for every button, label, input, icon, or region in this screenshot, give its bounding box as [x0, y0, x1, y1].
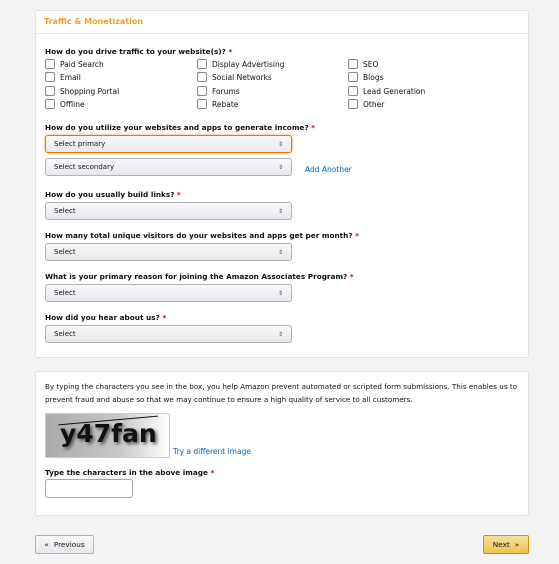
- captcha-description: By typing the characters you see in the …: [45, 382, 518, 404]
- traffic-monetization-panel: Traffic & Monetization How do you drive …: [35, 10, 529, 358]
- hear-question: How did you hear about us? *: [45, 313, 167, 322]
- checkbox[interactable]: [348, 86, 358, 96]
- option-label: Forums: [212, 86, 240, 96]
- captcha-input-label: Type the characters in the above image *: [45, 468, 215, 477]
- updown-arrow-icon: ⇕: [277, 207, 283, 215]
- option-label: Shopping Portal: [60, 86, 120, 96]
- section-title: Traffic & Monetization: [36, 11, 528, 34]
- checkbox[interactable]: [348, 72, 358, 82]
- double-chevron-left-icon: «: [44, 540, 49, 549]
- updown-arrow-icon: ⇕: [277, 140, 283, 148]
- option-label: Blogs: [363, 72, 384, 82]
- checkbox[interactable]: [45, 59, 55, 69]
- traffic-option-checkbox[interactable]: Shopping Portal: [45, 86, 119, 96]
- checkbox[interactable]: [348, 99, 358, 109]
- checkbox[interactable]: [197, 72, 207, 82]
- updown-arrow-icon: ⇕: [277, 248, 283, 256]
- checkbox[interactable]: [197, 59, 207, 69]
- select-secondary[interactable]: Select secondary ⇕: [45, 158, 292, 176]
- captcha-input[interactable]: [45, 479, 133, 498]
- checkbox[interactable]: [45, 72, 55, 82]
- hear-select[interactable]: Select ⇕: [45, 325, 292, 343]
- option-label: Paid Search: [60, 59, 104, 69]
- select-primary[interactable]: Select primary ⇕: [45, 135, 292, 153]
- traffic-option-checkbox[interactable]: Forums: [197, 86, 240, 96]
- traffic-option-checkbox[interactable]: Lead Generation: [348, 86, 425, 96]
- option-label: Lead Generation: [363, 86, 426, 96]
- add-another-link[interactable]: Add Another: [305, 165, 352, 174]
- option-label: Social Networks: [212, 72, 272, 82]
- reason-question: What is your primary reason for joining …: [45, 272, 354, 281]
- captcha-panel: By typing the characters you see in the …: [35, 371, 529, 516]
- updown-arrow-icon: ⇕: [277, 330, 283, 338]
- option-label: Other: [363, 99, 385, 109]
- traffic-option-checkbox[interactable]: Display Advertising: [197, 59, 284, 69]
- checkbox[interactable]: [348, 59, 358, 69]
- option-label: Email: [60, 72, 81, 82]
- links-question: How do you usually build links? *: [45, 190, 181, 199]
- option-label: Display Advertising: [212, 59, 285, 69]
- option-label: Offline: [60, 99, 85, 109]
- traffic-question: How do you drive traffic to your website…: [45, 47, 233, 56]
- traffic-option-checkbox[interactable]: Paid Search: [45, 59, 104, 69]
- try-different-image-link[interactable]: Try a different image: [173, 447, 251, 456]
- previous-button[interactable]: «Previous: [35, 535, 94, 554]
- traffic-option-checkbox[interactable]: Social Networks: [197, 72, 272, 82]
- traffic-option-checkbox[interactable]: Email: [45, 72, 81, 82]
- checkbox[interactable]: [197, 99, 207, 109]
- option-label: Rebate: [212, 99, 239, 109]
- double-chevron-right-icon: »: [514, 540, 520, 549]
- traffic-option-checkbox[interactable]: SEO: [348, 59, 378, 69]
- income-question: How do you utilize your websites and app…: [45, 123, 315, 132]
- traffic-option-checkbox[interactable]: Blogs: [348, 72, 384, 82]
- links-select[interactable]: Select ⇕: [45, 202, 292, 220]
- checkbox[interactable]: [45, 86, 55, 96]
- traffic-option-checkbox[interactable]: Offline: [45, 99, 85, 109]
- next-button[interactable]: Next»: [483, 535, 529, 554]
- visitors-question: How many total unique visitors do your w…: [45, 231, 359, 240]
- traffic-option-checkbox[interactable]: Other: [348, 99, 384, 109]
- traffic-option-checkbox[interactable]: Rebate: [197, 99, 238, 109]
- updown-arrow-icon: ⇕: [277, 163, 283, 171]
- checkbox[interactable]: [45, 99, 55, 109]
- checkbox[interactable]: [197, 86, 207, 96]
- option-label: SEO: [363, 59, 379, 69]
- visitors-select[interactable]: Select ⇕: [45, 243, 292, 261]
- reason-select[interactable]: Select ⇕: [45, 284, 292, 302]
- captcha-image: y47fan: [45, 413, 170, 458]
- updown-arrow-icon: ⇕: [277, 289, 283, 297]
